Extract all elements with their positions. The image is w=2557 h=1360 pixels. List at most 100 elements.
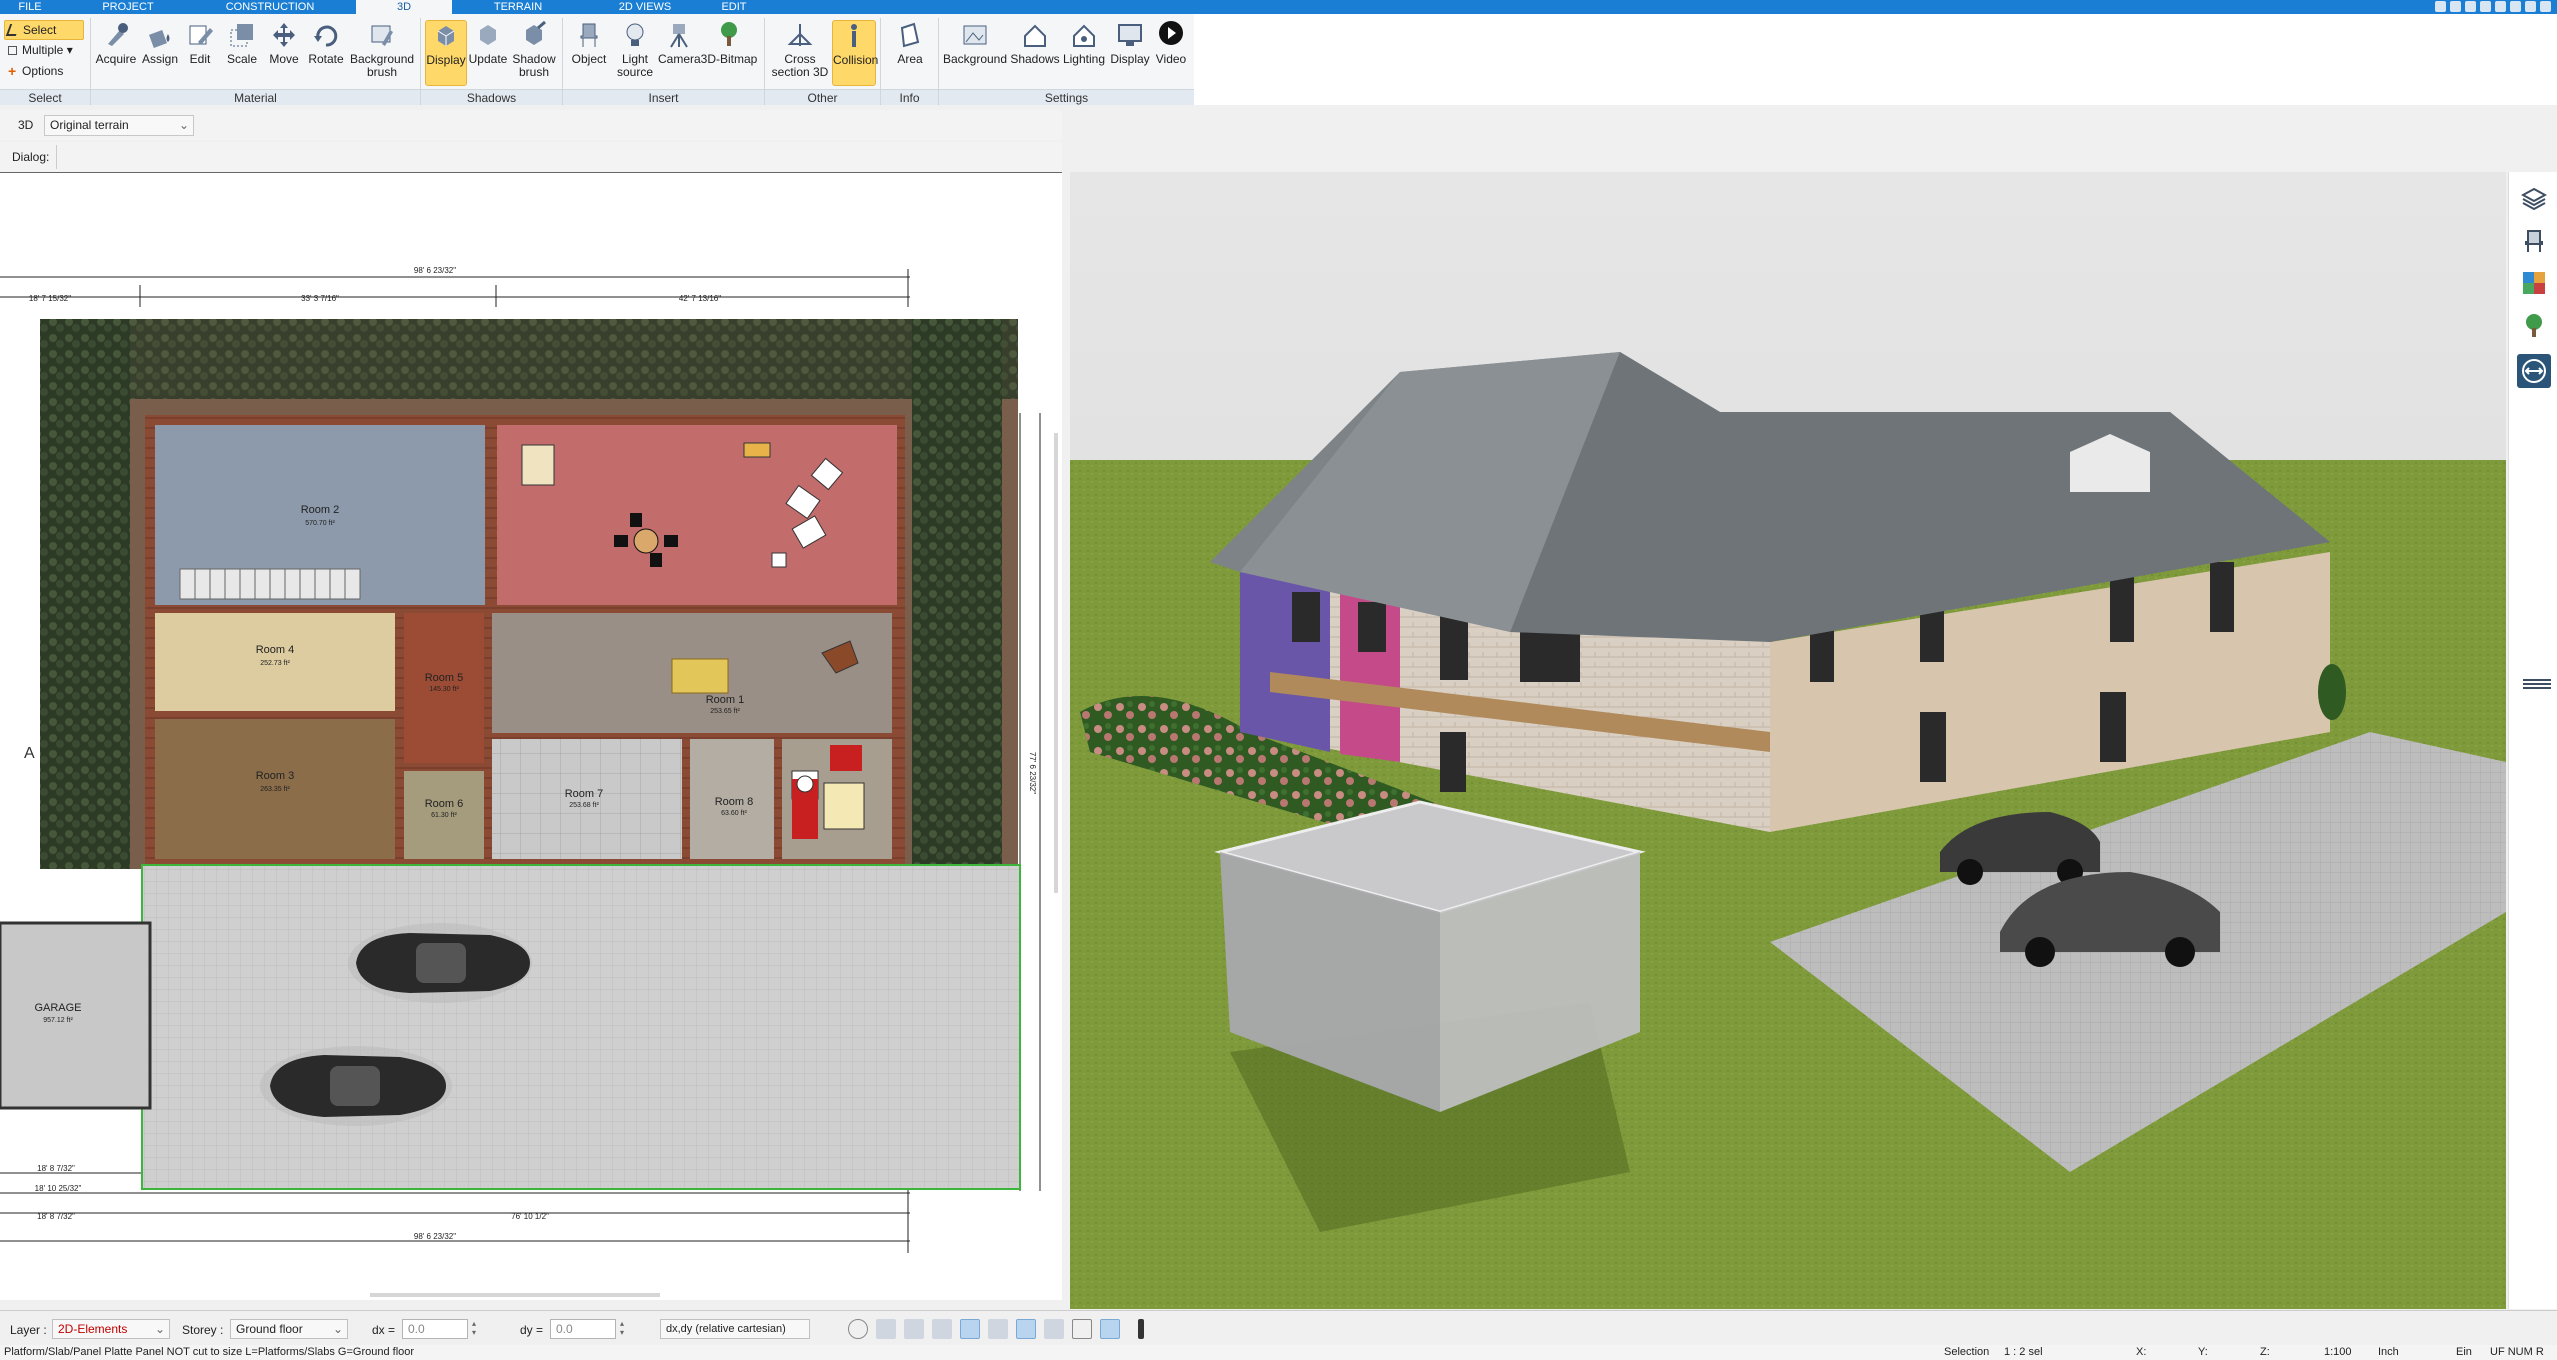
gear-icon[interactable] (2480, 1, 2491, 12)
camera-button[interactable]: Camera (658, 20, 701, 66)
coordinate-mode-select[interactable]: dx,dy (relative cartesian) (660, 1319, 810, 1339)
layers-icon[interactable] (2520, 186, 2548, 212)
close-icon[interactable] (2540, 1, 2551, 12)
dimension-text: 98' 6 23/32" (414, 1232, 456, 1241)
scale-button[interactable]: Scale (222, 20, 262, 66)
snap-icon[interactable] (876, 1319, 896, 1339)
rotate-label: Rotate (308, 52, 344, 66)
tab-project[interactable]: PROJECT (88, 0, 168, 14)
coordinate-mode-value: dx,dy (relative cartesian) (666, 1323, 786, 1335)
panel-toggle-icon[interactable] (2519, 672, 2555, 696)
chevron-down-icon: ⌄ (154, 1322, 165, 1336)
plan-horizontal-scrollbar[interactable] (370, 1293, 660, 1297)
garage[interactable] (0, 921, 152, 1110)
dx-input[interactable]: 0.0 (402, 1319, 468, 1339)
area-button[interactable]: Area (886, 20, 934, 66)
room-living[interactable] (497, 425, 897, 605)
multiple-button[interactable]: Multiple ▾ (4, 40, 84, 61)
tab-terrain[interactable]: TERRAIN (478, 0, 558, 14)
collision-button[interactable]: Collision (832, 20, 879, 86)
stairs (179, 568, 361, 600)
hedge-north (40, 319, 1018, 399)
room-area: 145.30 ft² (429, 686, 459, 693)
storey-select[interactable]: Ground floor ⌄ (230, 1319, 348, 1339)
light-source-button[interactable]: Light source (612, 20, 658, 79)
texture-icon[interactable] (2521, 270, 2547, 296)
plan-view[interactable]: A Room 2 570.70 ft² Room 4 252.73 ft² Ro… (0, 172, 1062, 1300)
selection-label: Selection (1944, 1346, 1990, 1358)
lighting-button[interactable]: Lighting (1060, 20, 1108, 66)
grid-icon[interactable] (1072, 1319, 1092, 1339)
background-button[interactable]: Background (942, 20, 1008, 66)
bulb-icon (626, 23, 644, 46)
dy-input[interactable]: 0.0 (550, 1319, 616, 1339)
cube-shadow-icon (437, 26, 455, 46)
stepper-icon[interactable]: ▴ ▾ (620, 1319, 624, 1337)
object-button[interactable]: Object (566, 20, 612, 66)
dimension-text: 77' 6 23/32" (1028, 752, 1037, 794)
more-icon[interactable] (1138, 1319, 1144, 1339)
acquire-label: Acquire (95, 52, 137, 66)
shadow-brush-button[interactable]: Shadow brush (510, 20, 558, 79)
room-label: Room 1 (706, 694, 745, 706)
area-label: Area (897, 52, 923, 66)
select-button[interactable]: Select (4, 20, 84, 40)
3d-scene[interactable] (1070, 172, 2506, 1309)
snap-icon[interactable] (988, 1319, 1008, 1339)
edit-icon (189, 25, 213, 45)
video-label: Video (1155, 52, 1187, 66)
move-icon (273, 23, 295, 47)
plan-vertical-scrollbar[interactable] (1054, 433, 1058, 893)
multiple-icon (8, 46, 17, 55)
update-shadows-button[interactable]: Update (468, 20, 508, 66)
minimize-icon[interactable] (2510, 1, 2521, 12)
snap-n-icon[interactable] (1100, 1319, 1120, 1339)
stepper-icon[interactable]: ▴ ▾ (472, 1319, 476, 1337)
layer-select[interactable]: 2D-Elements ⌄ (52, 1319, 170, 1339)
tool-icon[interactable] (2435, 1, 2446, 12)
swap-icon[interactable] (2517, 354, 2551, 388)
background-brush-button[interactable]: Background brush (350, 20, 414, 79)
tab-3d[interactable]: 3D (356, 0, 452, 14)
terrain-select[interactable]: Original terrain ⌄ (44, 115, 194, 136)
acquire-button[interactable]: Acquire (94, 20, 138, 66)
snap-icon[interactable] (1016, 1319, 1036, 1339)
tree-icon[interactable] (2521, 312, 2547, 338)
chair-icon[interactable] (2521, 228, 2547, 254)
room-label: Room 8 (715, 796, 754, 808)
background-brush-label: Background brush (350, 52, 415, 79)
help-icon[interactable] (2495, 1, 2506, 12)
snap-icon[interactable] (904, 1319, 924, 1339)
background-label: Background (942, 52, 1008, 66)
unit-value: Inch (2378, 1346, 2399, 1358)
clock-icon[interactable] (848, 1319, 868, 1339)
room-label: Room 2 (301, 504, 340, 516)
move-button[interactable]: Move (264, 20, 304, 66)
window-icon[interactable] (2450, 1, 2461, 12)
edit-material-button[interactable]: Edit (182, 20, 218, 66)
snap-icon[interactable] (932, 1319, 952, 1339)
tab-2d-views[interactable]: 2D VIEWS (600, 0, 690, 14)
tab-file[interactable]: FILE (0, 0, 60, 14)
snap-icon[interactable] (960, 1319, 980, 1339)
3d-view[interactable] (1070, 172, 2506, 1309)
collision-label: Collision (833, 53, 879, 67)
options-button[interactable]: + Options (4, 61, 84, 82)
display-settings-button[interactable]: Display (1108, 20, 1152, 66)
snap-icon[interactable] (1044, 1319, 1064, 1339)
window-icon[interactable] (2465, 1, 2476, 12)
tab-construction[interactable]: CONSTRUCTION (200, 0, 340, 14)
maximize-icon[interactable] (2525, 1, 2536, 12)
3d-bitmap-button[interactable]: 3D-Bitmap (700, 20, 758, 66)
rotate-button[interactable]: Rotate (306, 20, 346, 66)
floor-plan-canvas[interactable]: A Room 2 570.70 ft² Room 4 252.73 ft² Ro… (0, 173, 1062, 1301)
cross-section-3d-button[interactable]: Cross section 3D (768, 20, 832, 79)
car-bottom (260, 1046, 452, 1126)
shadows-settings-button[interactable]: Shadows (1010, 20, 1060, 66)
scale-icon (230, 24, 253, 47)
video-button[interactable]: Video (1152, 20, 1190, 66)
assign-button[interactable]: Assign (138, 20, 182, 66)
room-area: 253.68 ft² (569, 802, 599, 809)
tab-edit[interactable]: EDIT (704, 0, 764, 14)
display-shadows-button[interactable]: Display (425, 20, 467, 86)
